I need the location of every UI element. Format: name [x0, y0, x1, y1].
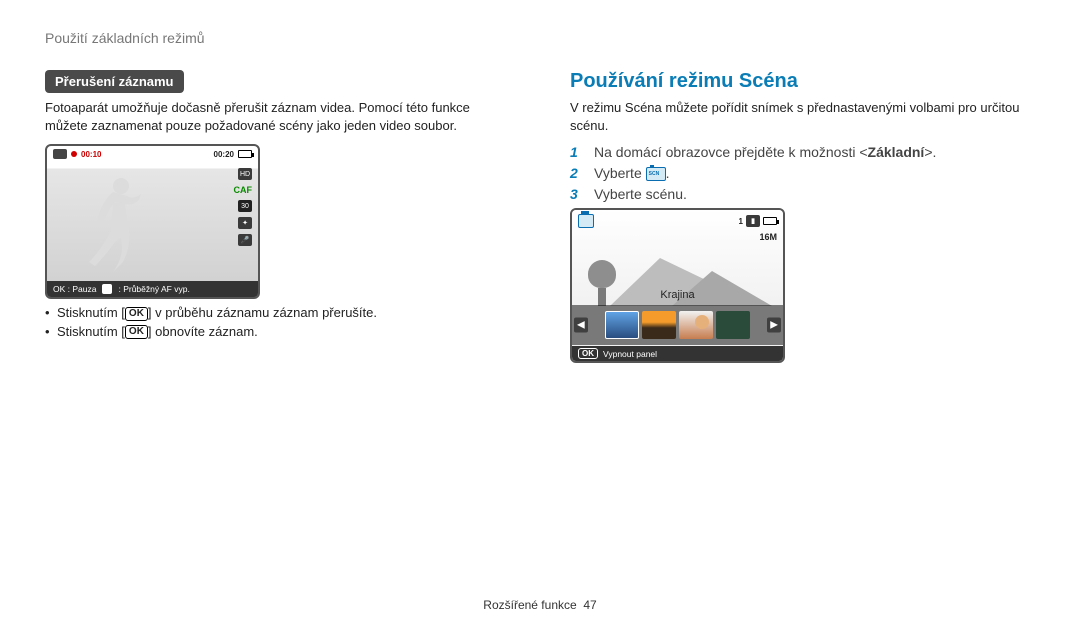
step-number: 1: [570, 144, 584, 160]
scene-thumbnail-strip: ◀ ▶: [572, 305, 783, 345]
step2-prefix: Vyberte: [594, 165, 646, 181]
scene-thumb-sunset[interactable]: [642, 311, 676, 339]
step-2: 2 Vyberte .: [570, 165, 1035, 181]
battery-icon: [763, 217, 777, 225]
scene-top-bar: 1 ▮: [578, 214, 777, 228]
rec-time-remaining: 00:20: [214, 150, 234, 159]
recording-preview: 00:10 00:20 HD CAF 30 ✦ 🎤: [45, 144, 260, 299]
step2-suffix: .: [666, 165, 670, 181]
record-dot-icon: [71, 151, 77, 157]
ok-button-icon: OK: [125, 307, 148, 321]
page-footer: Rozšířené funkce 47: [0, 598, 1080, 612]
step-number: 3: [570, 186, 584, 202]
scn-clap-icon: [578, 214, 594, 228]
right-column: Používání režimu Scéna V režimu Scéna mů…: [570, 70, 1035, 363]
scene-thumb-landscape[interactable]: [605, 311, 639, 339]
rec-top-bar: 00:10 00:20: [53, 149, 252, 159]
breadcrumb-header: Použití základních režimů: [45, 30, 1035, 46]
bullet1-suffix: ] v průběhu záznamu záznam přerušíte.: [148, 305, 377, 320]
step-text: Na domácí obrazovce přejděte k možnosti …: [594, 144, 1035, 160]
footer-section: Rozšířené funkce: [483, 598, 576, 612]
rec-bottom-af: : Průběžný AF vyp.: [118, 284, 189, 294]
bullet1-prefix: Stisknutím [: [57, 305, 125, 320]
bullet-1: Stisknutím [OK] v průběhu záznamu záznam…: [57, 305, 510, 321]
step-1: 1 Na domácí obrazovce přejděte k možnost…: [570, 144, 1035, 160]
step-3: 3 Vyberte scénu.: [570, 186, 1035, 202]
left-paragraph: Fotoaparát umožňuje dočasně přerušit záz…: [45, 99, 510, 134]
scene-count: 1: [739, 217, 743, 226]
rec-bottom-bar: OK : Pauza : Průběžný AF vyp.: [47, 281, 258, 297]
step-number: 2: [570, 165, 584, 181]
right-intro: V režimu Scéna můžete pořídit snímek s p…: [570, 99, 1035, 134]
scene-thumb-night[interactable]: [716, 311, 750, 339]
left-column: Přerušení záznamu Fotoaparát umožňuje do…: [45, 70, 510, 363]
scene-preview: 1 ▮ 16M Krajina ◀ ▶: [570, 208, 785, 363]
af-icon: [102, 284, 112, 294]
fps-icon: 30: [238, 200, 252, 212]
chevron-right-icon[interactable]: ▶: [767, 318, 781, 333]
resolution-label: 16M: [759, 232, 777, 242]
rec-time-elapsed: 00:10: [81, 150, 101, 159]
rec-bottom-ok: OK : Pauza: [53, 284, 96, 294]
stabilize-icon: ✦: [238, 217, 252, 229]
section-badge: Přerušení záznamu: [45, 70, 184, 93]
ok-button-icon: OK: [125, 325, 148, 339]
scene-bottom-bar: OK Vypnout panel: [572, 346, 783, 362]
chevron-left-icon[interactable]: ◀: [574, 318, 588, 333]
scn-mode-icon: [646, 167, 666, 181]
instruction-bullets: Stisknutím [OK] v průběhu záznamu záznam…: [45, 305, 510, 339]
battery-icon: [238, 150, 252, 158]
ok-button-icon: OK: [578, 348, 598, 360]
step1-suffix: >.: [924, 144, 936, 160]
scene-name-label: Krajina: [572, 289, 783, 301]
caf-label: CAF: [234, 185, 253, 195]
numbered-steps: 1 Na domácí obrazovce přejděte k možnost…: [570, 144, 1035, 202]
section-heading: Používání režimu Scéna: [570, 70, 1035, 93]
hd-icon: HD: [238, 168, 252, 180]
step-text: Vyberte scénu.: [594, 186, 1035, 202]
camera-icon: [53, 149, 67, 159]
scene-bottom-text: Vypnout panel: [603, 349, 657, 359]
bullet-2: Stisknutím [OK] obnovíte záznam.: [57, 324, 510, 340]
sd-card-icon: ▮: [746, 215, 760, 227]
bullet2-prefix: Stisknutím [: [57, 324, 125, 339]
step1-prefix: Na domácí obrazovce přejděte k možnosti …: [594, 144, 868, 160]
mic-off-icon: 🎤: [238, 234, 252, 246]
dancer-figure: [83, 172, 153, 277]
rec-side-icons: HD CAF 30 ✦ 🎤: [234, 168, 253, 246]
scene-thumb-portrait[interactable]: [679, 311, 713, 339]
step1-bold: Základní: [868, 144, 925, 160]
footer-page-number: 47: [583, 598, 596, 612]
bullet2-suffix: ] obnovíte záznam.: [148, 324, 258, 339]
step-text: Vyberte .: [594, 165, 1035, 181]
